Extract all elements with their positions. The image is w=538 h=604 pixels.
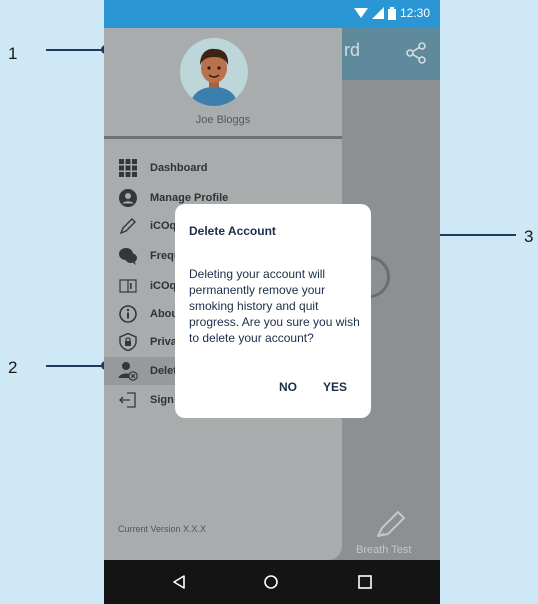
callout-3-label: 3 <box>524 227 534 246</box>
nav-label-sign-out: Sign <box>150 394 174 406</box>
lock-icon <box>118 332 138 352</box>
android-nav-bar <box>104 560 440 604</box>
avatar-illustration <box>190 48 238 106</box>
app-bar-title: rd <box>344 40 361 60</box>
sign-out-icon <box>118 390 138 410</box>
status-icons: 12:30 <box>353 6 430 20</box>
dialog-message: Deleting your account will permanently r… <box>189 267 360 345</box>
app-version: Current Version X.X.X <box>118 524 207 534</box>
nav-label-icoquit-1: iCOq <box>150 220 177 232</box>
nav-label-dashboard: Dashboard <box>150 162 208 174</box>
status-time: 12:30 <box>399 6 430 20</box>
yes-button[interactable]: YES <box>323 380 347 394</box>
nav-item-delete-account[interactable]: Delet <box>104 357 182 385</box>
nav-item-dashboard[interactable]: Dashboard <box>118 158 207 178</box>
user-circle-icon <box>118 188 138 208</box>
nav-item-icoquit-1[interactable]: iCOq <box>118 216 176 236</box>
callout-1-line <box>46 49 106 51</box>
battery-icon <box>387 6 396 20</box>
home-icon[interactable] <box>264 575 278 589</box>
back-icon[interactable] <box>172 575 186 589</box>
nav-item-sign-out[interactable]: Sign <box>118 390 174 410</box>
grid-icon <box>118 158 138 178</box>
nav-label-about: Abou <box>150 308 179 320</box>
pencil-icon <box>118 216 138 236</box>
nav-label-delete-account: Delet <box>150 365 177 377</box>
nav-label-manage-profile: Manage Profile <box>150 192 229 204</box>
book-icon <box>118 276 138 296</box>
callout-2-label: 2 <box>8 358 18 377</box>
info-icon <box>118 304 138 324</box>
avatar[interactable] <box>180 38 248 106</box>
nav-item-privacy[interactable]: Priva <box>118 332 177 352</box>
nav-item-faq[interactable]: Frequ <box>118 246 181 266</box>
user-delete-icon <box>118 361 138 381</box>
callout-2-line <box>46 365 106 367</box>
recents-icon[interactable] <box>358 575 372 589</box>
user-name: Joe Bloggs <box>195 114 251 126</box>
breath-test-label[interactable]: Breath Test <box>356 544 411 556</box>
no-button[interactable]: NO <box>279 380 297 394</box>
wifi-icon <box>353 8 368 18</box>
breath-test-icon[interactable] <box>372 506 408 542</box>
nav-label-privacy: Priva <box>150 336 177 348</box>
phone-screen: 12:30 rd Breath Test Joe Bloggs Dashboar… <box>104 0 440 604</box>
chat-icon <box>118 246 138 266</box>
delete-account-dialog: Delete Account Deleting your account wil… <box>175 204 371 418</box>
nav-label-icoquit-2: iCOq <box>150 280 177 292</box>
nav-item-icoquit-2[interactable]: iCOq <box>118 276 176 296</box>
drawer-divider <box>104 136 342 139</box>
nav-item-about[interactable]: Abou <box>118 304 178 324</box>
dialog-title: Delete Account <box>189 224 276 238</box>
share-icon[interactable] <box>404 41 428 65</box>
status-bar: 12:30 <box>104 0 440 28</box>
signal-icon <box>371 7 384 19</box>
callout-1-label: 1 <box>8 44 18 63</box>
